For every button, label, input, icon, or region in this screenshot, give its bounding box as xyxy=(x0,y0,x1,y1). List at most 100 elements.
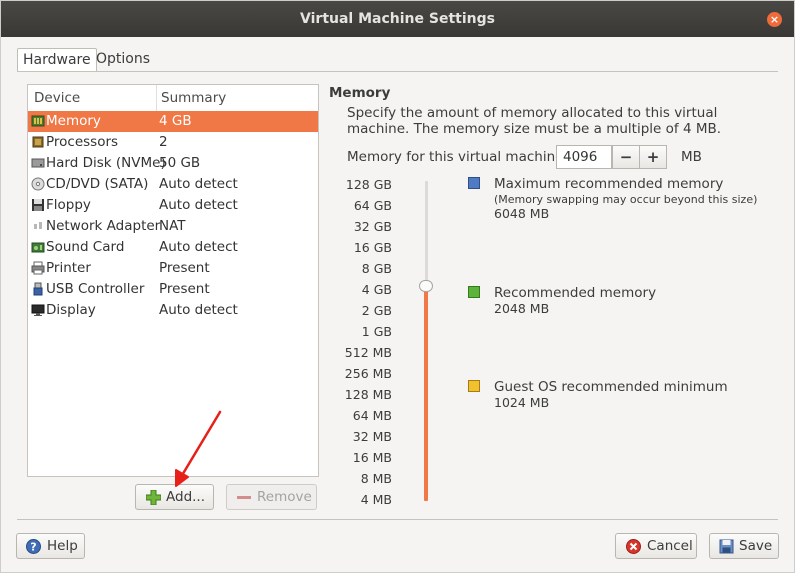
minimum-swatch xyxy=(468,380,480,392)
device-name: Network Adapter xyxy=(46,218,161,234)
memory-slider-track[interactable] xyxy=(425,181,428,285)
memory-decrement-button[interactable]: − xyxy=(612,145,640,169)
help-button-label: Help xyxy=(47,538,78,554)
device-summary: 2 xyxy=(159,134,168,150)
device-name: Floppy xyxy=(46,197,91,213)
memory-description: Specify the amount of memory allocated t… xyxy=(347,105,722,137)
scale-label: 4 GB xyxy=(361,282,392,297)
scale-label: 512 MB xyxy=(344,345,392,360)
device-row-printer[interactable]: Printer Present xyxy=(28,258,318,279)
device-name: Memory xyxy=(46,113,101,129)
device-name: USB Controller xyxy=(46,281,145,297)
scale-label: 2 GB xyxy=(361,303,392,318)
remove-button-label: Remove xyxy=(257,489,312,505)
column-separator xyxy=(156,85,157,111)
device-summary: Present xyxy=(159,260,210,276)
device-row-display[interactable]: Display Auto detect xyxy=(28,300,318,321)
device-name: Printer xyxy=(46,260,91,276)
device-row-hard-disk[interactable]: Hard Disk (NVMe) 50 GB xyxy=(28,153,318,174)
settings-window: Virtual Machine Settings × Hardware Opti… xyxy=(0,0,795,573)
save-icon xyxy=(719,539,734,554)
plus-icon xyxy=(146,490,161,505)
memory-unit-label: MB xyxy=(681,149,702,165)
scale-label: 128 MB xyxy=(344,387,392,402)
save-button[interactable]: Save xyxy=(709,533,779,559)
device-row-network-adapter[interactable]: Network Adapter NAT xyxy=(28,216,318,237)
cd-dvd-icon xyxy=(31,177,45,191)
network-icon xyxy=(34,222,42,229)
device-summary: Auto detect xyxy=(159,197,238,213)
device-summary: Auto detect xyxy=(159,176,238,192)
processor-icon xyxy=(32,136,44,148)
add-device-button[interactable]: Add... xyxy=(135,484,214,510)
device-name: CD/DVD (SATA) xyxy=(46,176,149,192)
minus-icon xyxy=(237,496,251,499)
display-icon xyxy=(31,304,45,316)
device-row-floppy[interactable]: Floppy Auto detect xyxy=(28,195,318,216)
scale-label: 8 GB xyxy=(361,261,392,276)
device-name: Sound Card xyxy=(46,239,125,255)
help-button[interactable]: ? Help xyxy=(16,533,85,559)
svg-text:?: ? xyxy=(30,541,36,554)
usb-icon xyxy=(33,282,43,296)
printer-icon xyxy=(31,261,45,275)
minimum-title: Guest OS recommended minimum xyxy=(494,379,728,395)
title-bar: Virtual Machine Settings × xyxy=(1,1,794,37)
device-summary: 50 GB xyxy=(159,155,201,171)
memory-slider-handle[interactable] xyxy=(419,280,433,292)
memory-slider-fill[interactable] xyxy=(424,285,428,501)
footer-divider xyxy=(17,519,778,520)
device-summary: 4 GB xyxy=(159,113,192,129)
remove-device-button[interactable]: Remove xyxy=(226,484,317,510)
close-icon[interactable]: × xyxy=(767,12,782,27)
memory-field-label: Memory for this virtual machine: xyxy=(347,149,568,165)
cancel-button[interactable]: Cancel xyxy=(615,533,697,559)
add-button-label: Add... xyxy=(166,489,206,505)
scale-label: 128 GB xyxy=(345,177,392,192)
hard-disk-icon xyxy=(31,158,45,168)
memory-icon xyxy=(31,115,45,127)
column-device-header[interactable]: Device xyxy=(34,85,80,111)
save-button-label: Save xyxy=(739,538,773,554)
floppy-icon xyxy=(32,199,44,211)
scale-label: 32 GB xyxy=(353,219,392,234)
memory-increment-button[interactable]: + xyxy=(639,145,667,169)
recommended-swatch xyxy=(468,286,480,298)
scale-label: 4 MB xyxy=(360,492,392,507)
tab-hardware[interactable]: Hardware xyxy=(17,48,97,72)
tab-options[interactable]: Options xyxy=(91,48,155,72)
device-row-processors[interactable]: Processors 2 xyxy=(28,132,318,153)
recommended-value: 2048 MB xyxy=(494,301,550,316)
memory-section-title: Memory xyxy=(329,85,391,101)
device-list[interactable]: Device Summary Memory 4 GB Processors 2 … xyxy=(27,84,319,477)
device-summary: Auto detect xyxy=(159,239,238,255)
device-row-usb-controller[interactable]: USB Controller Present xyxy=(28,279,318,300)
device-name: Processors xyxy=(46,134,119,150)
tab-panel-divider xyxy=(17,71,778,72)
scale-label: 256 MB xyxy=(344,366,392,381)
max-recommended-swatch xyxy=(468,177,480,189)
device-row-sound-card[interactable]: Sound Card Auto detect xyxy=(28,237,318,258)
max-recommended-title: Maximum recommended memory xyxy=(494,176,724,192)
window-title: Virtual Machine Settings xyxy=(300,11,495,27)
scale-label: 64 MB xyxy=(352,408,392,423)
max-recommended-note: (Memory swapping may occur beyond this s… xyxy=(494,193,758,206)
device-row-cd-dvd[interactable]: CD/DVD (SATA) Auto detect xyxy=(28,174,318,195)
device-name: Display xyxy=(46,302,96,318)
column-summary-header[interactable]: Summary xyxy=(161,85,226,111)
recommended-title: Recommended memory xyxy=(494,285,657,301)
device-row-memory[interactable]: Memory 4 GB xyxy=(28,111,318,132)
memory-size-input[interactable] xyxy=(556,145,612,169)
scale-label: 1 GB xyxy=(361,324,392,339)
scale-label: 8 MB xyxy=(360,471,392,486)
help-icon: ? xyxy=(26,539,41,554)
scale-label: 64 GB xyxy=(353,198,392,213)
list-header: Device Summary xyxy=(28,85,318,112)
device-name: Hard Disk (NVMe) xyxy=(46,155,166,171)
minimum-value: 1024 MB xyxy=(494,395,550,410)
cancel-button-label: Cancel xyxy=(647,538,693,554)
device-summary: Present xyxy=(159,281,210,297)
device-summary: Auto detect xyxy=(159,302,238,318)
max-recommended-value: 6048 MB xyxy=(494,206,550,221)
sound-card-icon xyxy=(31,242,45,253)
